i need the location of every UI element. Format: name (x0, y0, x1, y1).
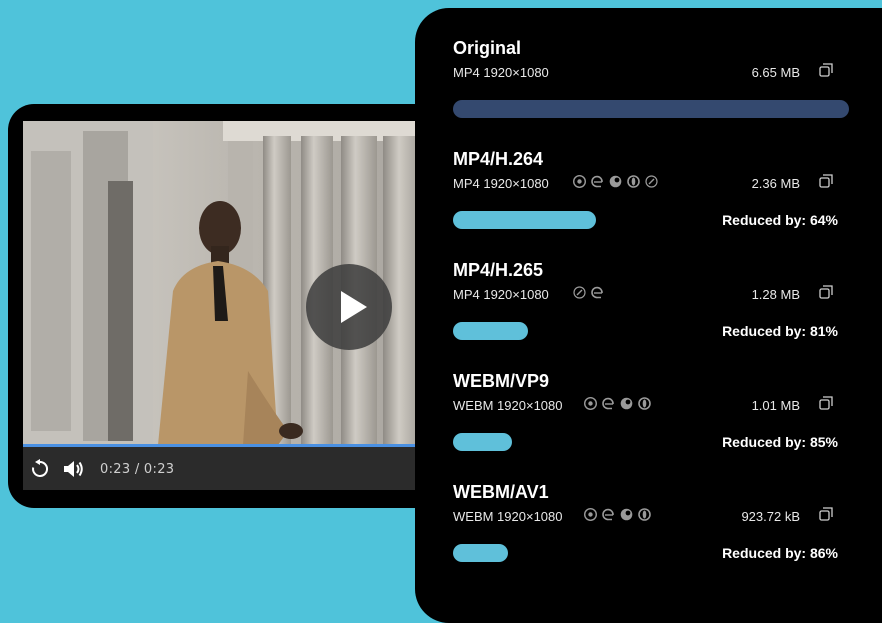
safari-icon (645, 175, 658, 188)
file-size: 6.65 MB (751, 65, 800, 80)
firefox-icon (620, 508, 633, 521)
volume-icon[interactable] (63, 459, 85, 479)
format-spec: MP4 1920×1080 (453, 176, 549, 191)
firefox-icon (620, 397, 633, 410)
file-size: 1.01 MB (751, 398, 800, 413)
format-title: MP4/H.265 (453, 260, 544, 280)
firefox-icon (609, 175, 622, 188)
edge-icon (591, 175, 603, 188)
format-title: WEBM/VP9 (453, 371, 550, 391)
open-external-icon[interactable] (819, 174, 833, 188)
opera-icon (638, 397, 651, 410)
format-title: WEBM/AV1 (453, 482, 549, 502)
format-spec: WEBM 1920×1080 (453, 509, 563, 524)
size-bar (453, 211, 596, 229)
browser-support (583, 396, 656, 413)
size-bar (453, 100, 849, 118)
reduction-label: Reduced by: 64% (722, 212, 838, 228)
chrome-icon (583, 396, 598, 411)
browser-support (572, 174, 663, 191)
replay-icon[interactable] (30, 459, 50, 479)
opera-icon (638, 508, 651, 521)
play-button[interactable] (306, 264, 392, 350)
open-external-icon[interactable] (819, 507, 833, 521)
file-size: 923.72 kB (741, 509, 800, 524)
safari-icon (573, 286, 586, 299)
chrome-icon (572, 174, 587, 189)
opera-icon (627, 175, 640, 188)
video-frame[interactable] (23, 121, 423, 445)
open-external-icon[interactable] (819, 285, 833, 299)
edge-icon (591, 286, 603, 299)
seek-bar[interactable] (23, 444, 423, 447)
file-size: 1.28 MB (751, 287, 800, 302)
browser-support (583, 507, 656, 524)
play-icon (341, 291, 367, 323)
format-spec: MP4 1920×1080 (453, 65, 549, 80)
size-bar (453, 544, 508, 562)
format-spec: MP4 1920×1080 (453, 287, 549, 302)
size-bar (453, 322, 528, 340)
reduction-label: Reduced by: 85% (722, 434, 838, 450)
size-bar (453, 433, 512, 451)
format-spec: WEBM 1920×1080 (453, 398, 563, 413)
open-external-icon[interactable] (819, 396, 833, 410)
format-title: MP4/H.264 (453, 149, 544, 169)
reduction-label: Reduced by: 86% (722, 545, 838, 561)
edge-icon (602, 508, 614, 521)
chrome-icon (583, 507, 598, 522)
reduction-label: Reduced by: 81% (722, 323, 838, 339)
edge-icon (602, 397, 614, 410)
browser-support (573, 286, 609, 302)
file-size: 2.36 MB (751, 176, 800, 191)
format-title: Original (453, 38, 522, 58)
time-display: 0:23 / 0:23 (100, 462, 175, 477)
open-external-icon[interactable] (819, 63, 833, 77)
